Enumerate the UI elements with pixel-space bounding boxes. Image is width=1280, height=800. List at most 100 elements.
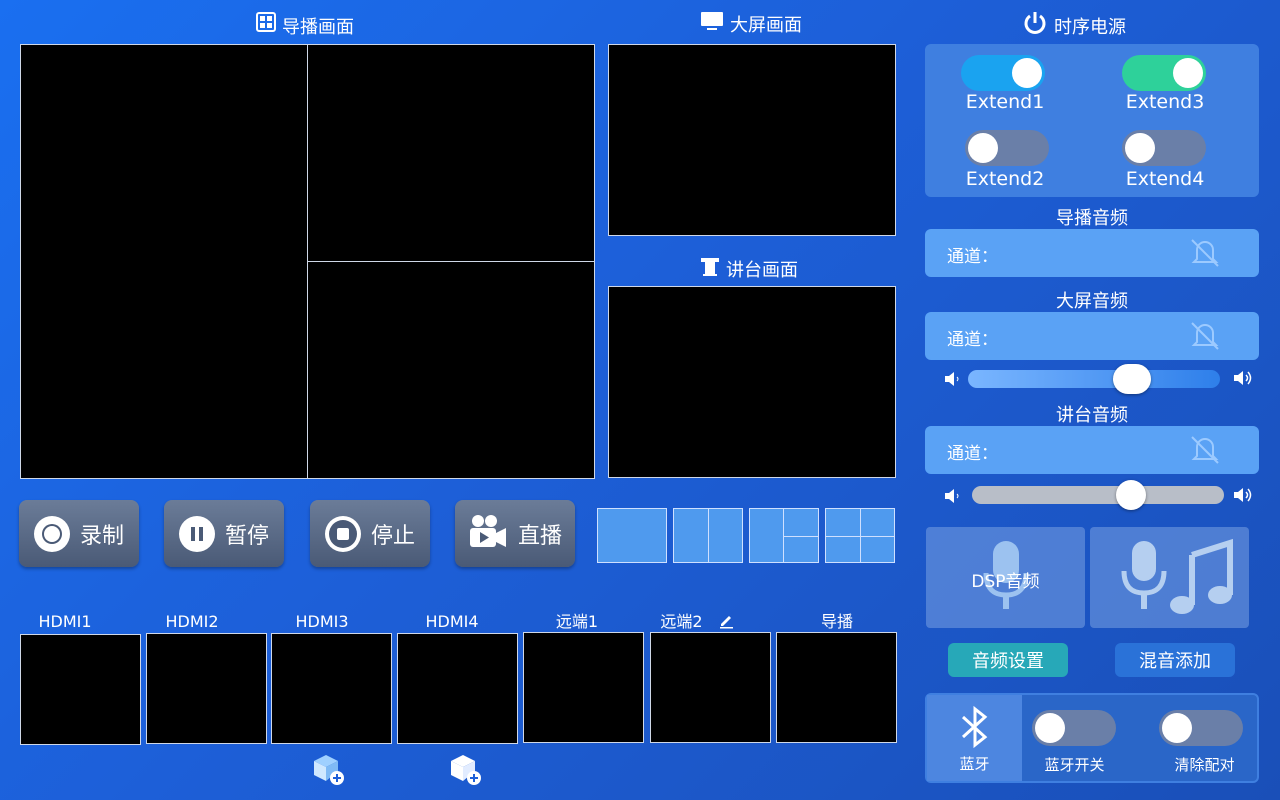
director-title-text: 导播画面 [282, 16, 354, 38]
channel-label: 通道： [947, 247, 998, 267]
audio-settings-button[interactable]: 音频设置 [948, 643, 1068, 677]
video-camera-icon [468, 513, 508, 555]
monitor-icon [700, 10, 724, 37]
volume-low-icon [943, 486, 963, 510]
podium-title-text: 讲台画面 [726, 259, 798, 281]
power-panel: Extend1 Extend3 Extend2 Extend4 [925, 44, 1259, 197]
bigscreen-title: 大屏画面 [700, 10, 802, 37]
record-label: 录制 [79, 523, 124, 549]
source-label-hdmi3: HDMI3 [295, 612, 349, 631]
podium-icon [700, 255, 720, 282]
dsp-audio-label: DSP音频 [971, 572, 1040, 592]
source-label-remote2: 远端2 [660, 612, 703, 631]
toggle-knob [1125, 133, 1155, 163]
toggle-knob [1162, 713, 1192, 743]
source-label-hdmi1: HDMI1 [38, 612, 92, 631]
layout-line [826, 536, 894, 537]
source-hdmi2[interactable] [146, 633, 267, 744]
layout-four-split[interactable] [825, 508, 895, 563]
source-director[interactable] [776, 632, 897, 743]
mute-bell-icon[interactable] [1187, 235, 1223, 275]
volume-high-icon [1232, 485, 1254, 509]
source-label-director: 导播 [820, 612, 853, 631]
source-remote1[interactable] [523, 632, 644, 743]
director-preview[interactable] [20, 44, 595, 479]
volume-low-icon [943, 369, 963, 393]
extend3-toggle[interactable] [1122, 55, 1206, 91]
director-audio-title: 导播音频 [1056, 208, 1128, 229]
music-tile[interactable] [1090, 527, 1249, 628]
layout-three-split[interactable] [749, 508, 819, 563]
bluetooth-label-tile: 蓝牙 [927, 695, 1022, 781]
director-audio-channel[interactable]: 通道： [925, 229, 1259, 277]
slider-thumb[interactable] [1113, 364, 1151, 394]
source-label-remote1: 远端1 [555, 612, 599, 631]
bluetooth-panel: 蓝牙 蓝牙开关 清除配对 [925, 693, 1259, 783]
volume-high-icon [1232, 368, 1254, 392]
source-remote2[interactable] [650, 632, 771, 743]
pause-label: 暂停 [224, 523, 269, 549]
add-device-icon[interactable] [449, 753, 483, 791]
toggle-knob [1173, 58, 1203, 88]
live-button[interactable]: 直播 [455, 500, 575, 567]
channel-label: 通道： [947, 330, 998, 350]
source-label-hdmi2: HDMI2 [165, 612, 219, 631]
live-label: 直播 [517, 523, 562, 549]
power-icon [1022, 10, 1048, 41]
source-hdmi4[interactable] [397, 633, 518, 744]
extend1-toggle[interactable] [961, 55, 1045, 91]
podium-audio-title: 讲台音频 [1056, 405, 1128, 426]
source-hdmi1[interactable] [20, 634, 141, 745]
add-device-icon[interactable] [312, 753, 346, 791]
director-title: 导播画面 [256, 12, 354, 39]
extend2-toggle[interactable] [965, 130, 1049, 166]
stop-label: 停止 [370, 523, 415, 549]
extend2-label: Extend2 [965, 168, 1045, 190]
slider-thumb[interactable] [1116, 480, 1146, 510]
record-icon [33, 515, 70, 552]
source-hdmi3[interactable] [271, 633, 392, 744]
preview-divider [308, 261, 594, 262]
extend4-toggle[interactable] [1122, 130, 1206, 166]
podium-volume-slider[interactable] [972, 480, 1224, 510]
source-label-hdmi4: HDMI4 [425, 612, 479, 631]
extend1-label: Extend1 [965, 91, 1045, 113]
podium-title: 讲台画面 [700, 255, 798, 282]
bluetooth-switch-label: 蓝牙开关 [1044, 756, 1105, 774]
bigscreen-volume-slider[interactable] [968, 364, 1220, 394]
bigscreen-audio-channel[interactable]: 通道： [925, 312, 1259, 360]
toggle-knob [968, 133, 998, 163]
pause-button[interactable]: 暂停 [164, 500, 284, 567]
toggle-knob [1012, 58, 1042, 88]
mute-bell-icon[interactable] [1187, 432, 1223, 472]
pause-icon [178, 515, 215, 552]
mute-bell-icon[interactable] [1187, 318, 1223, 358]
extend4-label: Extend4 [1125, 168, 1205, 190]
grid-icon [256, 12, 276, 39]
bigscreen-audio-title: 大屏音频 [1056, 291, 1128, 312]
dsp-audio-tile[interactable]: DSP音频 [926, 527, 1085, 628]
power-title: 时序电源 [1022, 10, 1126, 41]
edit-icon[interactable] [718, 613, 734, 633]
channel-label: 通道： [947, 444, 998, 464]
bluetooth-switch-toggle[interactable] [1032, 710, 1116, 746]
bigscreen-title-text: 大屏画面 [730, 14, 802, 36]
record-button[interactable]: 录制 [19, 500, 139, 567]
layout-two-split[interactable] [673, 508, 743, 563]
music-microphone-icon [1110, 535, 1240, 624]
podium-audio-channel[interactable]: 通道： [925, 426, 1259, 474]
stop-icon [324, 515, 361, 552]
layout-single[interactable] [597, 508, 667, 563]
bluetooth-label: 蓝牙 [959, 755, 990, 773]
mix-add-button[interactable]: 混音添加 [1115, 643, 1235, 677]
layout-line [708, 509, 709, 562]
clear-pairing-label: 清除配对 [1174, 756, 1235, 774]
clear-pairing-toggle[interactable] [1159, 710, 1243, 746]
stop-button[interactable]: 停止 [310, 500, 430, 567]
bigscreen-preview[interactable] [608, 44, 896, 236]
power-title-text: 时序电源 [1054, 16, 1126, 38]
extend3-label: Extend3 [1125, 91, 1205, 113]
source-label-remote2-wrap: 远端2 [637, 608, 757, 633]
podium-preview[interactable] [608, 286, 896, 478]
bluetooth-icon [957, 705, 993, 753]
